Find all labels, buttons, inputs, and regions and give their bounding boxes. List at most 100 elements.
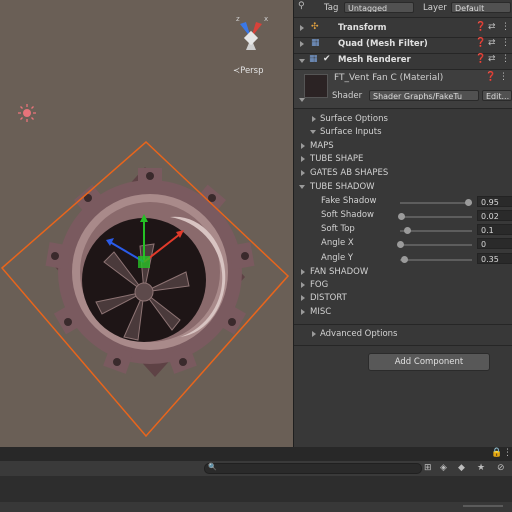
- edit-shader-button[interactable]: Edit...: [482, 90, 512, 101]
- value-field[interactable]: 0.35: [477, 253, 512, 264]
- add-component-button[interactable]: Add Component: [368, 353, 490, 371]
- group-tube-shape[interactable]: TUBE SHAPE: [294, 153, 512, 167]
- tag-dropdown[interactable]: Untagged: [344, 2, 414, 13]
- bottom-tab-bar: 🔒 ⋮: [0, 447, 512, 462]
- divider: [294, 108, 512, 109]
- group-gates-ab-shapes[interactable]: GATES AB SHAPES: [294, 167, 512, 181]
- group-label: TUBE SHAPE: [310, 154, 364, 164]
- presets-icon[interactable]: ⇄: [488, 54, 496, 64]
- collapse-arrow-icon[interactable]: [301, 295, 305, 301]
- expand-arrow-icon[interactable]: [299, 59, 305, 63]
- shader-dropdown[interactable]: Shader Graphs/FakeTu: [369, 90, 479, 101]
- expand-arrow-icon[interactable]: [299, 98, 305, 102]
- collapse-arrow-icon[interactable]: [301, 156, 305, 162]
- presets-icon[interactable]: ⇄: [488, 38, 496, 48]
- divider: [294, 17, 512, 18]
- group-distort[interactable]: DISTORT: [294, 292, 512, 306]
- section-label: Surface Inputs: [320, 127, 382, 137]
- expand-arrow-icon[interactable]: [310, 130, 316, 134]
- search-icon: 🔍: [208, 463, 217, 471]
- group-label: FOG: [310, 280, 329, 290]
- group-misc[interactable]: MISC: [294, 306, 512, 320]
- edit-label: Edit...: [486, 92, 510, 101]
- hidden-packages-icon[interactable]: ⊘: [497, 463, 505, 473]
- help-icon[interactable]: ❓: [475, 38, 486, 48]
- value-field[interactable]: 0: [477, 238, 512, 249]
- mesh-renderer-icon: ▦: [309, 54, 318, 64]
- component-mesh-filter[interactable]: ▦ Quad (Mesh Filter) ❓ ⇄ ⋮: [294, 38, 512, 52]
- help-icon[interactable]: ❓: [485, 72, 496, 82]
- collapse-arrow-icon[interactable]: [301, 170, 305, 176]
- more-icon[interactable]: ⋮: [499, 72, 508, 82]
- inspector-panel: ⚲ Tag Untagged Layer Default ✣ Transform…: [293, 0, 512, 447]
- help-icon[interactable]: ❓: [475, 54, 486, 64]
- slider-track[interactable]: [400, 202, 472, 204]
- group-fan-shadow[interactable]: FAN SHADOW: [294, 266, 512, 280]
- component-mesh-renderer[interactable]: ▦ ✔ Mesh Renderer ❓ ⇄ ⋮: [294, 54, 512, 68]
- more-icon[interactable]: ⋮: [501, 22, 510, 32]
- collapse-arrow-icon[interactable]: [312, 331, 316, 337]
- value-field[interactable]: 0.02: [477, 210, 512, 221]
- enabled-checkbox[interactable]: ✔: [323, 54, 331, 64]
- slider-track[interactable]: [400, 216, 472, 218]
- group-fog[interactable]: FOG: [294, 279, 512, 293]
- divider: [294, 324, 512, 325]
- layer-dropdown[interactable]: Default: [451, 2, 511, 13]
- favorite-star-icon[interactable]: ★: [477, 463, 485, 473]
- material-preview-icon[interactable]: [304, 74, 328, 98]
- help-icon[interactable]: ❓: [475, 22, 486, 32]
- collapse-arrow-icon[interactable]: [300, 41, 304, 47]
- slider-knob[interactable]: [398, 213, 406, 220]
- slider-knob[interactable]: [465, 199, 473, 206]
- slider-track[interactable]: [400, 259, 472, 261]
- section-surface-options[interactable]: Surface Options: [294, 113, 512, 127]
- slider-row: Angle Y 0.35: [294, 252, 512, 266]
- shader-label: Shader: [332, 91, 363, 101]
- expand-arrow-icon[interactable]: [299, 185, 305, 189]
- object-icon: ⚲: [298, 1, 305, 11]
- more-icon[interactable]: ⋮: [503, 448, 512, 458]
- value-field[interactable]: 0.95: [477, 196, 512, 207]
- lock-icon[interactable]: 🔒: [491, 448, 502, 458]
- value-field[interactable]: 0.1: [477, 224, 512, 235]
- slider-row: Fake Shadow 0.95: [294, 195, 512, 209]
- grid-icon: ▦: [311, 38, 320, 48]
- group-maps[interactable]: MAPS: [294, 140, 512, 154]
- slider-track[interactable]: [400, 244, 472, 246]
- presets-icon[interactable]: ⇄: [488, 22, 496, 32]
- group-label: MISC: [310, 307, 332, 317]
- slider-knob[interactable]: [404, 227, 412, 234]
- group-label: GATES AB SHAPES: [310, 168, 389, 178]
- component-transform[interactable]: ✣ Transform ❓ ⇄ ⋮: [294, 22, 512, 36]
- more-icon[interactable]: ⋮: [501, 54, 510, 64]
- light-gizmo-icon[interactable]: [16, 102, 38, 124]
- tag-icon[interactable]: ◆: [458, 463, 465, 473]
- scene-orientation-gizmo[interactable]: z x: [226, 10, 276, 60]
- slider-row: Soft Shadow 0.02: [294, 209, 512, 223]
- group-tube-shadow[interactable]: TUBE SHADOW: [294, 181, 512, 195]
- collapse-arrow-icon[interactable]: [301, 282, 305, 288]
- material-header: FT_Vent Fan C (Material) ❓ ⋮ Shader Shad…: [294, 70, 512, 108]
- collapse-arrow-icon[interactable]: [301, 143, 305, 149]
- shader-value: Shader Graphs/FakeTu: [373, 92, 463, 101]
- slider-knob[interactable]: [401, 256, 409, 263]
- collapse-arrow-icon[interactable]: [312, 116, 316, 122]
- collapse-arrow-icon[interactable]: [301, 309, 305, 315]
- vent-fan-object[interactable]: [0, 140, 293, 440]
- property-label: Angle X: [321, 238, 354, 248]
- more-icon[interactable]: ⋮: [501, 38, 510, 48]
- search-by-label-icon[interactable]: ◈: [440, 463, 447, 473]
- slider-knob[interactable]: [397, 241, 404, 248]
- zoom-slider[interactable]: [463, 505, 503, 507]
- perspective-toggle[interactable]: ≺Persp: [233, 66, 264, 76]
- collapse-arrow-icon[interactable]: [301, 269, 305, 275]
- collapse-arrow-icon[interactable]: [300, 25, 304, 31]
- slider-row: Soft Top 0.1: [294, 223, 512, 237]
- gizmo-x-label: x: [264, 15, 268, 23]
- section-advanced-options[interactable]: Advanced Options: [294, 328, 512, 342]
- bottom-status-strip: [0, 502, 512, 512]
- search-by-type-icon[interactable]: ⊞: [424, 463, 432, 473]
- scene-view[interactable]: z x ≺Persp: [0, 0, 293, 447]
- section-surface-inputs[interactable]: Surface Inputs: [294, 126, 512, 140]
- project-search-input[interactable]: 🔍: [204, 463, 422, 474]
